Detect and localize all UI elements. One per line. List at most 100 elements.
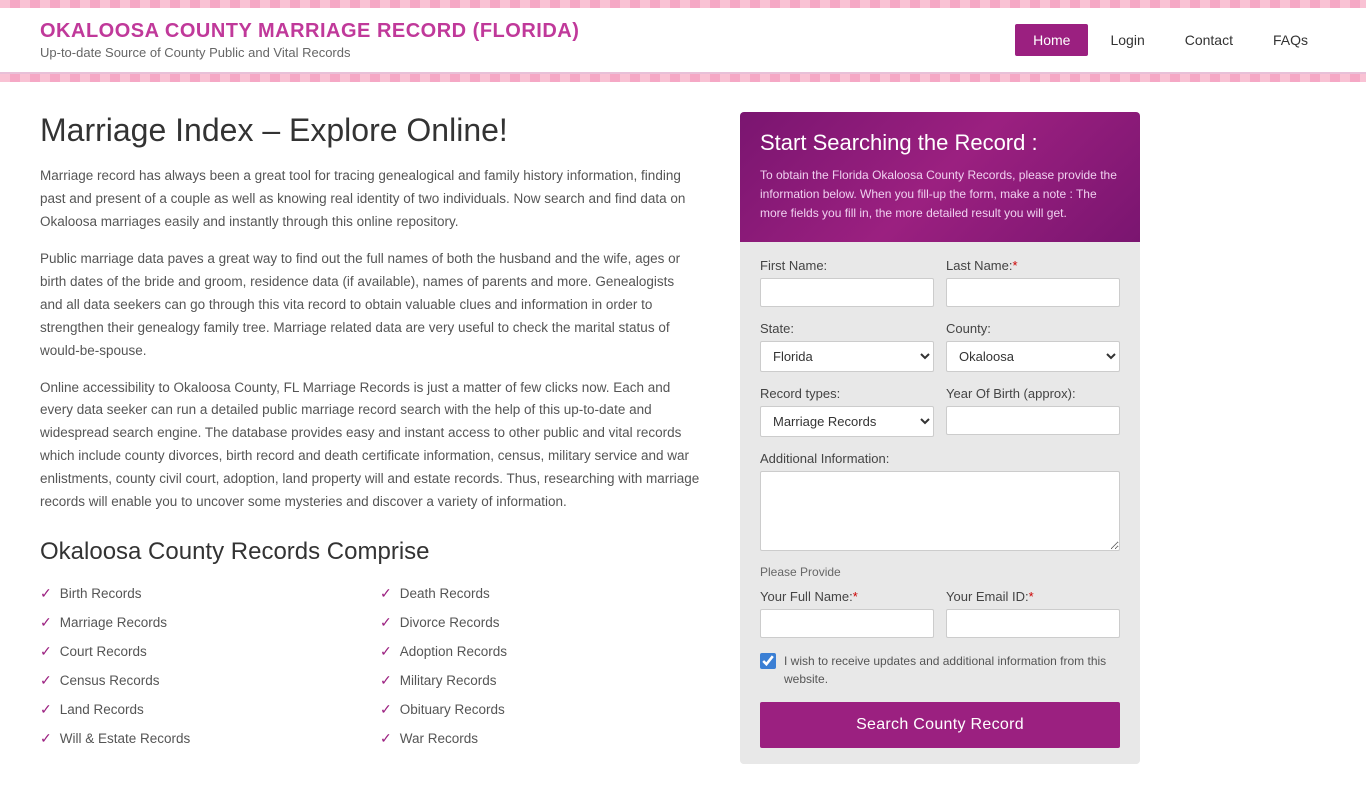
please-provide-label: Please Provide <box>760 565 1120 579</box>
record-type-group: Record types: Marriage Records Birth Rec… <box>760 386 934 437</box>
year-of-birth-group: Year Of Birth (approx): <box>946 386 1120 437</box>
intro-paragraph-3: Online accessibility to Okaloosa County,… <box>40 377 700 515</box>
required-star: * <box>853 589 858 604</box>
list-item: ✓ Adoption Records <box>380 640 700 663</box>
county-label: County: <box>946 321 1120 336</box>
email-label: Your Email ID:* <box>946 589 1120 604</box>
additional-info-textarea[interactable] <box>760 471 1120 551</box>
top-border <box>0 0 1366 8</box>
list-item: ✓ Divorce Records <box>380 611 700 634</box>
site-header: OKALOOSA COUNTY MARRIAGE RECORD (FLORIDA… <box>0 8 1366 74</box>
full-name-group: Your Full Name:* <box>760 589 934 638</box>
nav-faqs[interactable]: FAQs <box>1255 24 1326 56</box>
state-select[interactable]: Florida Alabama Georgia Texas <box>760 341 934 372</box>
last-name-input[interactable] <box>946 278 1120 307</box>
nav-contact[interactable]: Contact <box>1167 24 1251 56</box>
form-body: First Name: Last Name:* State: Florida A… <box>740 242 1140 764</box>
last-name-group: Last Name:* <box>946 258 1120 307</box>
check-icon: ✓ <box>40 614 52 631</box>
additional-info-row: Additional Information: <box>760 451 1120 551</box>
check-icon: ✓ <box>380 672 392 689</box>
record-label: Will & Estate Records <box>60 731 191 746</box>
first-name-label: First Name: <box>760 258 934 273</box>
list-item: ✓ Will & Estate Records <box>40 727 360 750</box>
check-icon: ✓ <box>40 643 52 660</box>
check-icon: ✓ <box>40 730 52 747</box>
record-type-label: Record types: <box>760 386 934 401</box>
email-group: Your Email ID:* <box>946 589 1120 638</box>
header-bottom-border <box>0 74 1366 82</box>
form-header: Start Searching the Record : To obtain t… <box>740 112 1140 242</box>
check-icon: ✓ <box>40 585 52 602</box>
list-item: ✓ Court Records <box>40 640 360 663</box>
form-header-desc: To obtain the Florida Okaloosa County Re… <box>760 166 1120 224</box>
list-item: ✓ Birth Records <box>40 582 360 605</box>
name-row: First Name: Last Name:* <box>760 258 1120 307</box>
records-grid: ✓ Birth Records ✓ Death Records ✓ Marria… <box>40 582 700 750</box>
list-item: ✓ Military Records <box>380 669 700 692</box>
nav-home[interactable]: Home <box>1015 24 1088 56</box>
full-name-input[interactable] <box>760 609 934 638</box>
site-subtitle: Up-to-date Source of County Public and V… <box>40 45 579 60</box>
record-label: Divorce Records <box>400 615 500 630</box>
county-group: County: Okaloosa Broward Dade Orange <box>946 321 1120 372</box>
required-star: * <box>1012 258 1017 273</box>
left-panel: Marriage Index – Explore Online! Marriag… <box>40 112 740 750</box>
check-icon: ✓ <box>380 701 392 718</box>
list-item: ✓ War Records <box>380 727 700 750</box>
additional-info-label: Additional Information: <box>760 451 1120 466</box>
record-label: Military Records <box>400 673 497 688</box>
check-icon: ✓ <box>380 643 392 660</box>
record-label: Death Records <box>400 586 490 601</box>
list-item: ✓ Obituary Records <box>380 698 700 721</box>
state-group: State: Florida Alabama Georgia Texas <box>760 321 934 372</box>
year-of-birth-label: Year Of Birth (approx): <box>946 386 1120 401</box>
newsletter-label: I wish to receive updates and additional… <box>784 652 1120 688</box>
required-star: * <box>1029 589 1034 604</box>
check-icon: ✓ <box>40 672 52 689</box>
check-icon: ✓ <box>380 585 392 602</box>
list-item: ✓ Marriage Records <box>40 611 360 634</box>
first-name-group: First Name: <box>760 258 934 307</box>
additional-info-group: Additional Information: <box>760 451 1120 551</box>
main-nav: Home Login Contact FAQs <box>1015 24 1326 56</box>
newsletter-checkbox[interactable] <box>760 653 776 669</box>
state-label: State: <box>760 321 934 336</box>
user-info-row: Your Full Name:* Your Email ID:* <box>760 589 1120 638</box>
record-label: Land Records <box>60 702 144 717</box>
record-label: Census Records <box>60 673 160 688</box>
year-of-birth-input[interactable] <box>946 406 1120 435</box>
nav-login[interactable]: Login <box>1092 24 1162 56</box>
search-county-record-button[interactable]: Search County Record <box>760 702 1120 748</box>
list-item: ✓ Death Records <box>380 582 700 605</box>
record-label: Birth Records <box>60 586 142 601</box>
record-year-row: Record types: Marriage Records Birth Rec… <box>760 386 1120 437</box>
first-name-input[interactable] <box>760 278 934 307</box>
state-county-row: State: Florida Alabama Georgia Texas Cou… <box>760 321 1120 372</box>
newsletter-row: I wish to receive updates and additional… <box>760 652 1120 688</box>
record-label: Marriage Records <box>60 615 167 630</box>
last-name-label: Last Name:* <box>946 258 1120 273</box>
list-item: ✓ Census Records <box>40 669 360 692</box>
intro-paragraph-1: Marriage record has always been a great … <box>40 165 700 234</box>
check-icon: ✓ <box>380 614 392 631</box>
header-branding: OKALOOSA COUNTY MARRIAGE RECORD (FLORIDA… <box>40 20 579 60</box>
page-heading: Marriage Index – Explore Online! <box>40 112 700 149</box>
record-label: War Records <box>400 731 478 746</box>
intro-paragraph-2: Public marriage data paves a great way t… <box>40 248 700 363</box>
check-icon: ✓ <box>380 730 392 747</box>
full-name-label: Your Full Name:* <box>760 589 934 604</box>
record-label: Court Records <box>60 644 147 659</box>
list-item: ✓ Land Records <box>40 698 360 721</box>
check-icon: ✓ <box>40 701 52 718</box>
main-content: Marriage Index – Explore Online! Marriag… <box>0 82 1366 794</box>
site-title: OKALOOSA COUNTY MARRIAGE RECORD (FLORIDA… <box>40 20 579 43</box>
record-type-select[interactable]: Marriage Records Birth Records Death Rec… <box>760 406 934 437</box>
record-label: Obituary Records <box>400 702 505 717</box>
county-select[interactable]: Okaloosa Broward Dade Orange <box>946 341 1120 372</box>
section-heading: Okaloosa County Records Comprise <box>40 538 700 566</box>
record-label: Adoption Records <box>400 644 507 659</box>
form-header-title: Start Searching the Record : <box>760 130 1120 156</box>
email-input[interactable] <box>946 609 1120 638</box>
search-form-panel: Start Searching the Record : To obtain t… <box>740 112 1140 764</box>
